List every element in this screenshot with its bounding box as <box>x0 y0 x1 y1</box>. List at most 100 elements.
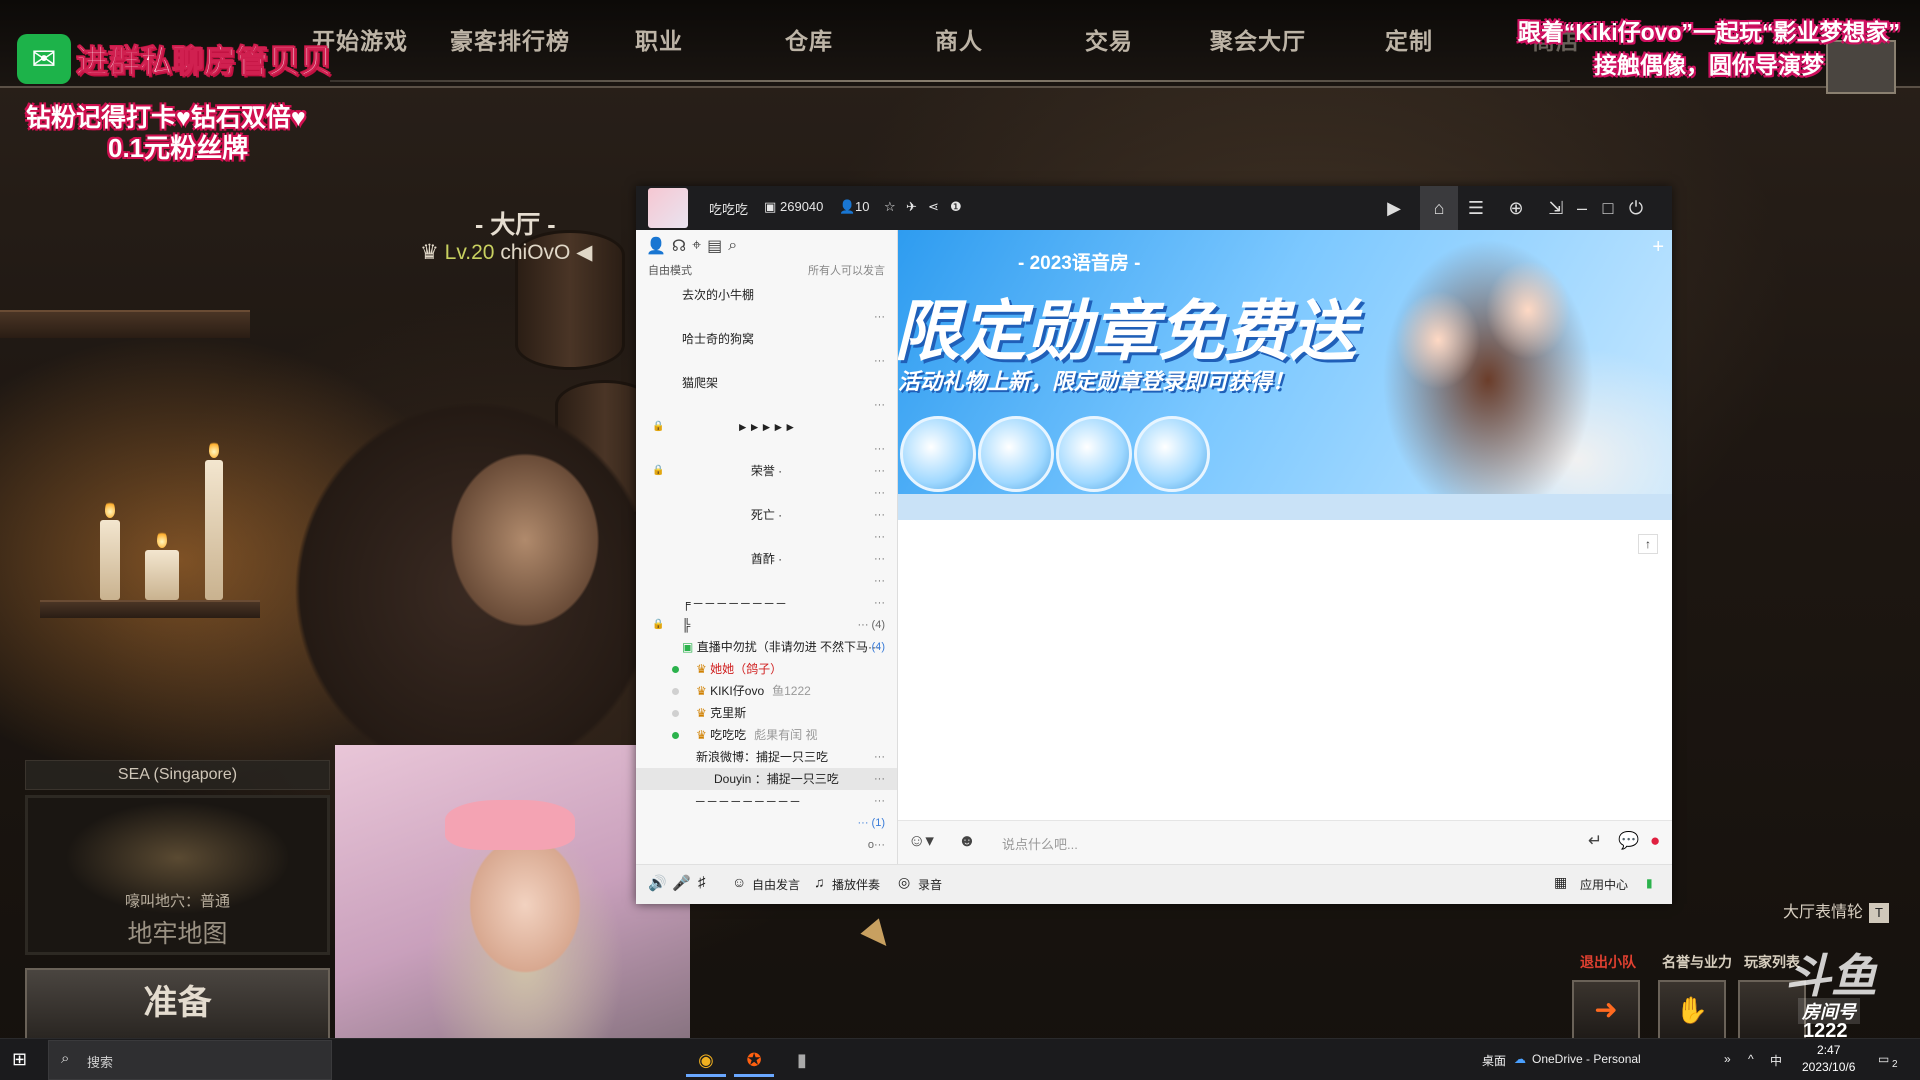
taskbar-clock[interactable]: 2:47 2023/10/6 <box>1802 1042 1855 1076</box>
fly-icon[interactable]: ✈ <box>906 199 917 215</box>
channel-row[interactable]: ╒ ─ ─ ─ ─ ─ ─ ─ ─ ··· <box>636 592 897 614</box>
chat-input[interactable]: 说点什么吧... <box>1002 834 1078 853</box>
search-icon[interactable]: ⌕ <box>728 237 737 255</box>
favorite-icon[interactable]: ☆ <box>884 199 896 215</box>
taskbar-app-owl-icon[interactable]: ◉ <box>686 1043 726 1077</box>
desktop-label[interactable]: 桌面 <box>1482 1052 1506 1069</box>
nav-merchants[interactable]: 商人 <box>935 22 983 56</box>
channel-row[interactable]: ··· <box>636 482 897 504</box>
channel-row[interactable]: ··· <box>636 306 897 328</box>
gamepad-emoji-icon[interactable]: ☺▾ <box>908 831 934 851</box>
ready-button[interactable]: 准备 <box>25 968 330 1040</box>
channel-row[interactable]: ··· <box>636 438 897 460</box>
location-icon[interactable]: ⌖ <box>692 237 701 255</box>
maximize-icon[interactable]: □ <box>1594 194 1622 222</box>
more-icon[interactable]: ··· (4) <box>858 614 886 636</box>
sticker-icon[interactable]: ☻ <box>958 831 976 851</box>
sub-row[interactable]: Douyin ：捕捉一只三吃 ··· <box>636 768 897 790</box>
more-icon[interactable]: ··· <box>874 306 885 328</box>
room-avatar[interactable] <box>648 188 688 228</box>
download-icon[interactable]: ⇲ <box>1542 194 1570 222</box>
minimize-icon[interactable]: – <box>1568 194 1596 222</box>
nav-stash[interactable]: 仓库 <box>785 22 833 56</box>
more-icon[interactable]: ··· <box>874 394 885 416</box>
more-icon[interactable]: ··· <box>874 460 885 482</box>
channel-row[interactable]: 酋酢 · ··· <box>636 548 897 570</box>
user-icon[interactable]: 👤 <box>646 236 666 256</box>
more-icon[interactable]: ··· <box>874 570 885 592</box>
leave-party-label[interactable]: 退出小队 <box>1580 952 1636 972</box>
accompaniment-button[interactable]: 播放伴奏 <box>832 876 880 893</box>
channel-row[interactable]: 猫爬架 <box>636 372 897 394</box>
plus-icon[interactable]: + <box>1652 236 1664 259</box>
channel-row[interactable]: 🔒 ►►►►► <box>636 416 897 438</box>
mixer-icon[interactable]: ♯ <box>698 874 706 891</box>
taskbar-search-input[interactable]: 搜索 <box>87 1052 113 1071</box>
nav-trade[interactable]: 交易 <box>1085 22 1133 56</box>
channel-row[interactable]: 去次的小牛棚 <box>636 284 897 306</box>
taskbar-search[interactable]: ⌕ 搜索 <box>48 1040 332 1080</box>
server-region[interactable]: SEA (Singapore) <box>25 760 330 790</box>
search-icon: ⌕ <box>61 1050 70 1067</box>
tail-count: ··· (1) <box>857 817 886 829</box>
map-card[interactable]: 嚎叫地穴：普通 地牢地图 <box>25 795 330 955</box>
mic-icon[interactable]: 🎤 <box>672 874 691 892</box>
promo-banner[interactable]: - 2023语音房 - 限定勋章免费送 活动礼物上新，限定勋章登录即可获得！ + <box>898 230 1672 494</box>
bubble-icon[interactable]: 💬 <box>1618 831 1639 851</box>
onedrive-label[interactable]: OneDrive - Personal <box>1532 1052 1641 1066</box>
record-button[interactable]: 录音 <box>918 876 942 893</box>
user-row[interactable]: ♛ 克里斯 <box>636 702 897 724</box>
nav-leaderboard[interactable]: 豪客排行榜 <box>450 22 570 56</box>
reputation-label[interactable]: 名誉与业力 <box>1662 952 1732 972</box>
live-channel[interactable]: ▣ 直播中勿扰（非请勿进 不然下马··· (4) <box>636 636 897 658</box>
taskbar-app-douyu-icon[interactable]: ✪ <box>734 1043 774 1077</box>
power-icon[interactable]: ⏻ <box>1622 194 1650 222</box>
taskbar-app-game-icon[interactable]: ▮ <box>782 1043 822 1077</box>
user-row[interactable]: ♛ KIKI仔ovo 鱼1222 <box>636 680 897 702</box>
nav-customize[interactable]: 定制 <box>1385 22 1433 56</box>
notification-icon[interactable]: ▭ <box>1878 1052 1889 1066</box>
video-icon[interactable]: ▶ <box>1380 194 1408 222</box>
more-icon[interactable]: ··· <box>874 482 885 504</box>
gamepad-icon[interactable]: ⊕ <box>1502 194 1530 222</box>
channel-row[interactable]: 🔒 荣誉 · ··· <box>636 460 897 482</box>
user-row[interactable]: ♛ 她她（鸽子） <box>636 658 897 680</box>
chevron-right-icon[interactable]: » <box>1724 1052 1731 1066</box>
leave-party-button[interactable]: ➜ <box>1572 980 1640 1040</box>
channel-row[interactable]: ··· <box>636 526 897 548</box>
more-icon[interactable]: ··· <box>874 350 885 372</box>
scroll-top-icon[interactable]: ↑ <box>1638 534 1658 554</box>
more-icon[interactable]: ··· <box>874 526 885 548</box>
free-speak-button[interactable]: 自由发言 <box>752 876 800 893</box>
list-icon[interactable]: ☰ <box>1462 194 1490 222</box>
channel-row[interactable]: 哈士奇的狗窝 <box>636 328 897 350</box>
enter-icon[interactable]: ↵ <box>1588 831 1602 851</box>
app-center-button[interactable]: 应用中心 <box>1580 876 1628 893</box>
sub-row[interactable]: 新浪微博：捕捉一只三吃 ··· <box>636 746 897 768</box>
gift-icon[interactable]: ● <box>1650 831 1660 851</box>
chevron-up-icon[interactable]: ^ <box>1748 1052 1754 1066</box>
emote-wheel[interactable]: 大厅表情轮 T <box>1783 898 1890 923</box>
share-icon[interactable]: ⋖ <box>928 199 939 215</box>
headset-icon[interactable]: ☊ <box>672 236 686 256</box>
channel-row[interactable]: 死亡 · ··· <box>636 504 897 526</box>
more-icon[interactable]: ··· <box>874 504 885 526</box>
channel-row[interactable]: ··· <box>636 350 897 372</box>
channel-row[interactable]: ··· <box>636 570 897 592</box>
volume-icon[interactable]: 🔊 <box>648 874 667 892</box>
user-row[interactable]: ♛ 吃吃吃 彪果有闰 视 <box>636 724 897 746</box>
home-icon[interactable]: ⌂ <box>1420 186 1458 230</box>
more-icon[interactable]: ··· <box>874 438 885 460</box>
ime-indicator[interactable]: 中 <box>1770 1052 1782 1069</box>
medal-icon <box>900 416 976 492</box>
board-icon[interactable]: ▤ <box>707 236 722 256</box>
nav-class[interactable]: 职业 <box>635 22 683 56</box>
windows-start-icon[interactable]: ⊞ <box>12 1049 27 1070</box>
channel-row[interactable]: 🔒 ╠ ··· (4) <box>636 614 897 636</box>
info-icon[interactable]: ❶ <box>950 199 962 215</box>
reputation-button[interactable]: ✋ <box>1658 980 1726 1040</box>
nav-gathering-hall[interactable]: 聚会大厅 <box>1210 22 1306 56</box>
more-icon[interactable]: ··· <box>874 592 885 614</box>
more-icon[interactable]: ··· <box>874 548 885 570</box>
channel-row[interactable]: ··· <box>636 394 897 416</box>
